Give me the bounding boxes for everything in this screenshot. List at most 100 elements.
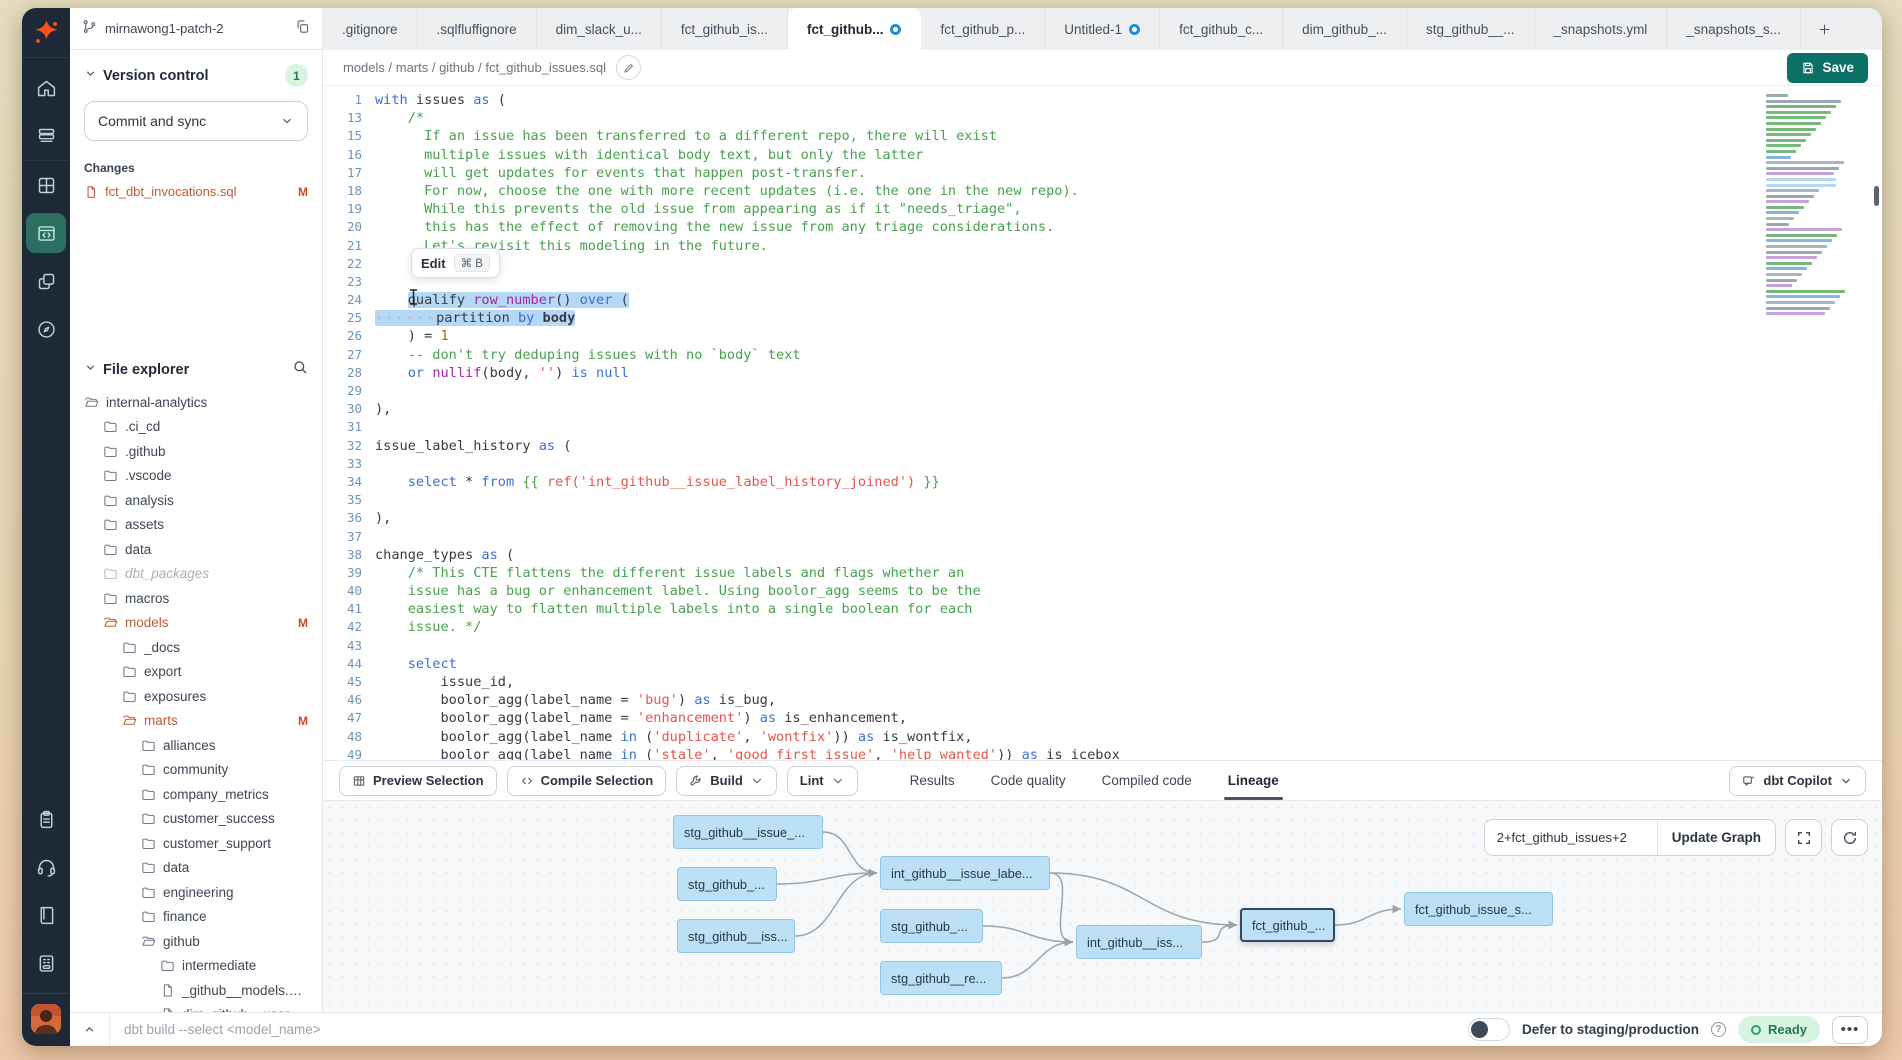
- lineage-node-stg_github_[interactable]: stg_github_...: [880, 909, 983, 943]
- save-button[interactable]: Save: [1787, 53, 1868, 83]
- dbt-copilot-button[interactable]: dbt Copilot: [1729, 766, 1866, 796]
- tab-.sqlfluffignore[interactable]: .sqlfluffignore: [418, 8, 537, 50]
- tree-item-community[interactable]: community: [70, 758, 322, 783]
- code-line-1[interactable]: 1with issues as (: [323, 91, 1882, 109]
- headset-icon[interactable]: [26, 847, 66, 887]
- lineage-selector-input[interactable]: [1485, 820, 1657, 855]
- tree-item-alliances[interactable]: alliances: [70, 733, 322, 758]
- code-line-34[interactable]: 34 select * from {{ ref('int_github__iss…: [323, 473, 1882, 491]
- code-line-49[interactable]: 49 boolor_agg(label_name in ('stale', 'g…: [323, 746, 1882, 760]
- tree-item-analysis[interactable]: analysis: [70, 488, 322, 513]
- code-line-27[interactable]: 27 -- don't try deduping issues with no …: [323, 346, 1882, 364]
- lineage-node-int_github__iss[interactable]: int_github__iss...: [1076, 925, 1202, 959]
- lint-button[interactable]: Lint: [787, 766, 858, 796]
- tree-item-data[interactable]: data: [70, 537, 322, 562]
- code-line-43[interactable]: 43: [323, 637, 1882, 655]
- tree-item-.vscode[interactable]: .vscode: [70, 464, 322, 489]
- tree-item-data[interactable]: data: [70, 856, 322, 881]
- code-line-33[interactable]: 33: [323, 455, 1882, 473]
- code-line-35[interactable]: 35: [323, 491, 1882, 509]
- code-line-20[interactable]: 20 this has the effect of removing the n…: [323, 218, 1882, 236]
- code-line-47[interactable]: 47 boolor_agg(label_name = 'enhancement'…: [323, 709, 1882, 727]
- code-line-13[interactable]: 13 /*: [323, 109, 1882, 127]
- code-line-17[interactable]: 17 will get updates for events that happ…: [323, 164, 1882, 182]
- lineage-node-fct_github_issue_s[interactable]: fct_github_issue_s...: [1404, 892, 1553, 926]
- edit-tooltip[interactable]: Edit ⌘ B: [411, 248, 500, 278]
- tree-item-.github[interactable]: .github: [70, 439, 322, 464]
- tree-item-intermediate[interactable]: intermediate: [70, 954, 322, 979]
- chevron-down-icon[interactable]: [84, 67, 97, 85]
- tab-Untitled-1[interactable]: Untitled-1: [1045, 8, 1160, 50]
- refresh-icon[interactable]: [1831, 819, 1868, 856]
- windows-icon[interactable]: [26, 261, 66, 301]
- user-avatar[interactable]: [22, 993, 70, 1046]
- search-icon[interactable]: [292, 359, 308, 380]
- tree-item-models[interactable]: modelsM: [70, 611, 322, 636]
- compass-icon[interactable]: [26, 309, 66, 349]
- code-line-31[interactable]: 31: [323, 418, 1882, 436]
- code-line-16[interactable]: 16 multiple issues with identical body t…: [323, 146, 1882, 164]
- tab-dim_github_...[interactable]: dim_github_...: [1283, 8, 1407, 50]
- tab-_snapshots_s...[interactable]: _snapshots_s...: [1667, 8, 1801, 50]
- tree-item-customer_success[interactable]: customer_success: [70, 807, 322, 832]
- lineage-node-stg_github_[interactable]: stg_github_...: [677, 867, 777, 901]
- tab-dim_slack_u...[interactable]: dim_slack_u...: [537, 8, 662, 50]
- command-input[interactable]: dbt build --select <model_name>: [124, 1022, 1468, 1037]
- more-options-button[interactable]: •••: [1832, 1016, 1868, 1044]
- tab-_snapshots.yml[interactable]: _snapshots.yml: [1535, 8, 1668, 50]
- home-icon[interactable]: [26, 68, 66, 108]
- tree-item-macros[interactable]: macros: [70, 586, 322, 611]
- code-line-28[interactable]: 28 or nullif(body, '') is null: [323, 364, 1882, 382]
- changed-file-row[interactable]: fct_dbt_invocations.sql M: [84, 184, 308, 199]
- tab-stg_github__...[interactable]: stg_github__...: [1407, 8, 1535, 50]
- lineage-node-fct_github_[interactable]: fct_github_...: [1240, 908, 1335, 942]
- code-line-37[interactable]: 37: [323, 528, 1882, 546]
- tree-item-finance[interactable]: finance: [70, 905, 322, 930]
- tab-.gitignore[interactable]: .gitignore: [323, 8, 418, 50]
- code-line-30[interactable]: 30),: [323, 400, 1882, 418]
- new-tab-button[interactable]: [1801, 8, 1848, 50]
- copy-branch-icon[interactable]: [295, 19, 310, 39]
- code-line-36[interactable]: 36),: [323, 509, 1882, 527]
- edit-file-icon[interactable]: [616, 55, 641, 80]
- tree-item-dbt_packages[interactable]: dbt_packages: [70, 562, 322, 587]
- tab-fct_github_p...[interactable]: fct_github_p...: [921, 8, 1045, 50]
- tree-item-company_metrics[interactable]: company_metrics: [70, 782, 322, 807]
- fullscreen-icon[interactable]: [1785, 819, 1822, 856]
- code-line-42[interactable]: 42 issue. */: [323, 618, 1882, 636]
- code-line-18[interactable]: 18 For now, choose the one with more rec…: [323, 182, 1882, 200]
- code-line-46[interactable]: 46 boolor_agg(label_name = 'bug') as is_…: [323, 691, 1882, 709]
- clipboard-icon[interactable]: [26, 799, 66, 839]
- panel-tab-results[interactable]: Results: [910, 761, 955, 800]
- code-line-26[interactable]: 26 ) = 1: [323, 327, 1882, 345]
- commit-and-sync-button[interactable]: Commit and sync: [84, 101, 308, 141]
- panel-tab-code-quality[interactable]: Code quality: [991, 761, 1066, 800]
- tab-fct_github...[interactable]: fct_github...: [788, 8, 922, 50]
- tree-item-github[interactable]: github: [70, 929, 322, 954]
- lineage-node-stg_github__re[interactable]: stg_github__re...: [880, 961, 1002, 995]
- code-line-23[interactable]: 23: [323, 273, 1882, 291]
- keyboard-icon[interactable]: [26, 943, 66, 983]
- tree-item-assets[interactable]: assets: [70, 513, 322, 538]
- expand-command-bar-button[interactable]: [70, 1013, 110, 1046]
- code-window-icon[interactable]: [26, 213, 66, 253]
- tree-item-dim_github__users.sql[interactable]: dim_github__users.sql: [70, 1003, 322, 1013]
- layers-icon[interactable]: [26, 116, 66, 156]
- tab-fct_github_c...[interactable]: fct_github_c...: [1160, 8, 1283, 50]
- code-line-19[interactable]: 19 While this prevents the old issue fro…: [323, 200, 1882, 218]
- tree-item-internal-analytics[interactable]: internal-analytics: [70, 390, 322, 415]
- tree-item-marts[interactable]: martsM: [70, 709, 322, 734]
- code-line-25[interactable]: 25······partition by body: [323, 309, 1882, 327]
- code-line-22[interactable]: 22: [323, 255, 1882, 273]
- code-line-29[interactable]: 29: [323, 382, 1882, 400]
- code-line-48[interactable]: 48 boolor_agg(label_name in ('duplicate'…: [323, 728, 1882, 746]
- tab-fct_github_is...[interactable]: fct_github_is...: [662, 8, 788, 50]
- code-line-15[interactable]: 15 If an issue has been transferred to a…: [323, 127, 1882, 145]
- preview-selection-button[interactable]: Preview Selection: [339, 766, 497, 796]
- code-line-39[interactable]: 39 /* This CTE flattens the different is…: [323, 564, 1882, 582]
- panel-tab-compiled-code[interactable]: Compiled code: [1102, 761, 1192, 800]
- lineage-node-stg_github__issue_[interactable]: stg_github__issue_...: [673, 815, 823, 849]
- code-line-45[interactable]: 45 issue_id,: [323, 673, 1882, 691]
- code-line-24[interactable]: 24 qualify row_number() over (: [323, 291, 1882, 309]
- tree-item-engineering[interactable]: engineering: [70, 880, 322, 905]
